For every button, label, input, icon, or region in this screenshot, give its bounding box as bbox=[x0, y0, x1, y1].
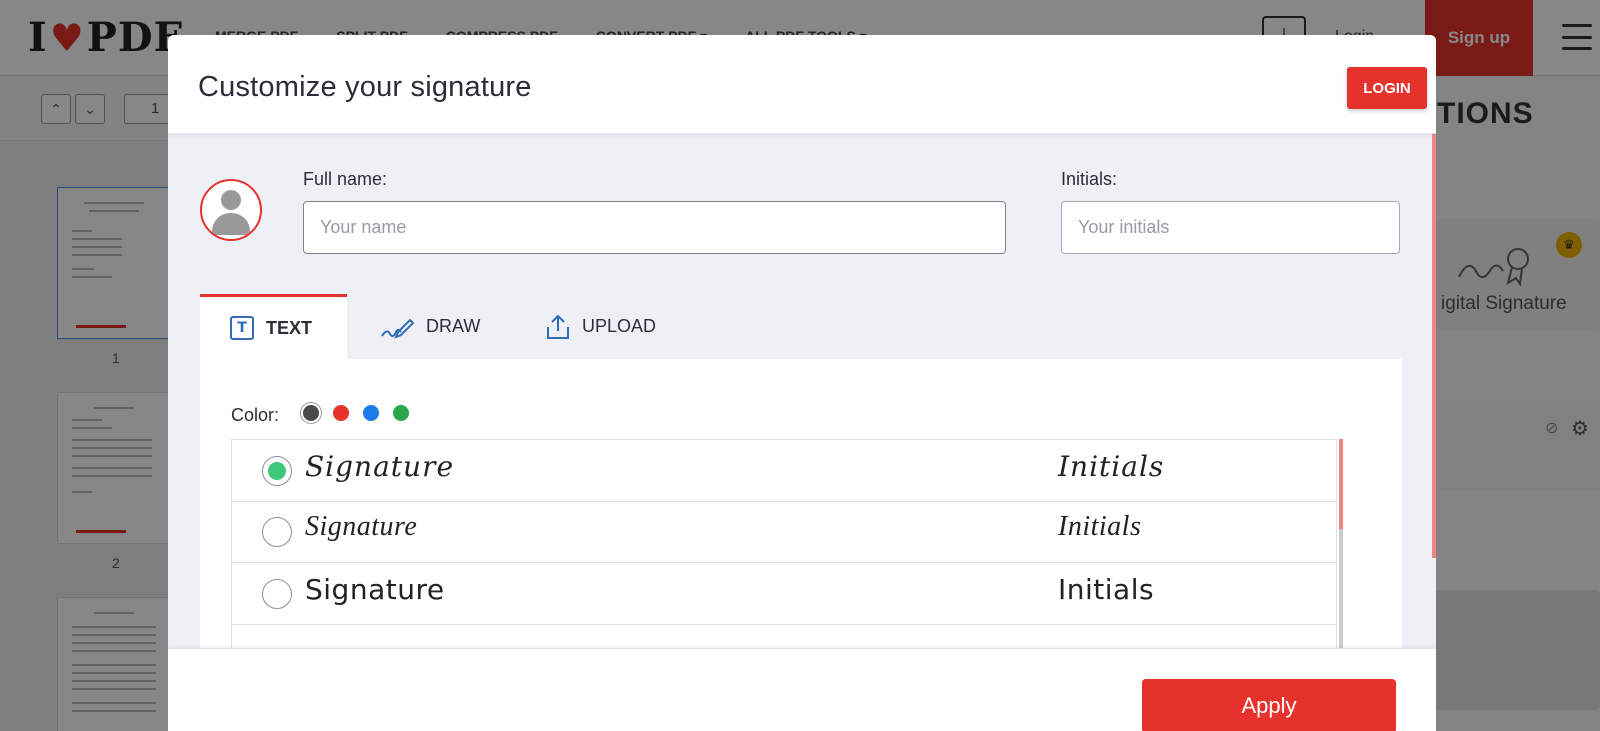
initials-input[interactable] bbox=[1061, 201, 1400, 254]
pen-signature-icon bbox=[380, 314, 414, 340]
tab-text-label: TEXT bbox=[266, 317, 313, 338]
color-swatch-black[interactable] bbox=[303, 405, 319, 421]
signature-style-row[interactable]: Signature Initials bbox=[232, 440, 1336, 502]
avatar bbox=[200, 179, 262, 241]
full-name-label: Full name: bbox=[303, 169, 388, 189]
signature-style-row[interactable]: Signature Initials bbox=[232, 501, 1336, 563]
list-scrollbar-thumb[interactable] bbox=[1339, 439, 1343, 529]
color-label: Color: bbox=[231, 405, 280, 425]
avatar-body-icon bbox=[212, 213, 250, 235]
text-box-icon: T bbox=[230, 316, 254, 340]
tab-draw[interactable]: DRAW bbox=[380, 294, 510, 359]
style-radio[interactable] bbox=[262, 517, 292, 547]
modal-scrollbar[interactable] bbox=[1432, 134, 1436, 558]
full-name-input[interactable] bbox=[303, 201, 1006, 254]
tab-upload-label: UPLOAD bbox=[582, 316, 657, 336]
signature-style-row[interactable]: Signature Initials bbox=[232, 563, 1336, 625]
initials-label: Initials: bbox=[1061, 169, 1118, 189]
style-radio-selected[interactable] bbox=[262, 456, 292, 486]
modal-header: Customize your signature LOGIN bbox=[168, 35, 1436, 134]
color-swatch-green[interactable] bbox=[393, 405, 409, 421]
signature-preview: Signature bbox=[305, 511, 418, 542]
customize-signature-modal: Customize your signature LOGIN Full name… bbox=[168, 35, 1436, 731]
initials-preview: Initials bbox=[1058, 573, 1155, 606]
text-signature-panel: Color: Signature Initials Signature Init… bbox=[200, 359, 1402, 649]
color-swatch-red[interactable] bbox=[333, 405, 349, 421]
tab-text[interactable]: T TEXT bbox=[200, 294, 347, 359]
initials-preview: Initials bbox=[1058, 450, 1165, 483]
modal-footer: Apply bbox=[168, 648, 1436, 731]
tab-upload[interactable]: UPLOAD bbox=[546, 294, 696, 359]
signature-style-list: Signature Initials Signature Initials Si… bbox=[231, 439, 1337, 649]
signature-preview: Signature bbox=[305, 450, 455, 483]
modal-login-button[interactable]: LOGIN bbox=[1347, 67, 1427, 109]
color-swatch-blue[interactable] bbox=[363, 405, 379, 421]
avatar-head-icon bbox=[221, 190, 241, 210]
signature-preview: Signature bbox=[305, 573, 445, 606]
modal-title: Customize your signature bbox=[198, 71, 532, 103]
initials-preview: Initials bbox=[1058, 511, 1142, 542]
upload-icon bbox=[546, 314, 570, 340]
apply-button[interactable]: Apply bbox=[1142, 679, 1396, 731]
tab-draw-label: DRAW bbox=[426, 316, 481, 336]
signature-type-tabs: T TEXT DRAW UPLOAD bbox=[200, 294, 1402, 359]
style-radio[interactable] bbox=[262, 579, 292, 609]
modal-body: Full name: Initials: T TEXT DRAW bbox=[168, 134, 1436, 649]
